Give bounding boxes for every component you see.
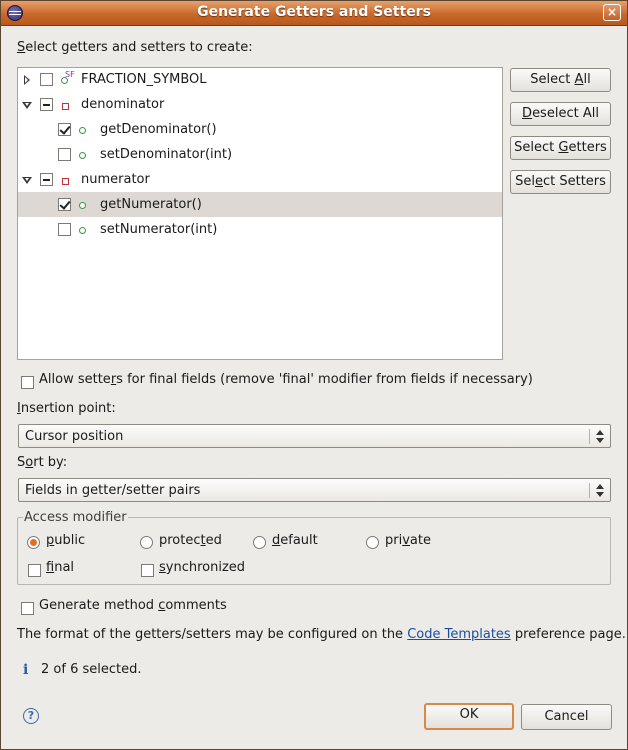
- select-setters-button[interactable]: Select Setters: [510, 170, 611, 194]
- tree-row-get-numerator[interactable]: getNumerator(): [18, 192, 502, 217]
- tree-item-label: setNumerator(int): [100, 222, 218, 237]
- tree-checkbox[interactable]: [58, 148, 71, 161]
- tree-item-label: numerator: [81, 172, 150, 187]
- method-icon: [79, 202, 86, 209]
- select-getters-button[interactable]: Select Getters: [510, 136, 611, 160]
- help-icon[interactable]: ?: [23, 708, 39, 724]
- window-title: Generate Getters and Setters: [197, 4, 431, 20]
- tree-row-fraction-symbol[interactable]: SF FRACTION_SYMBOL: [18, 68, 502, 93]
- sort-by-label: Sort by:: [17, 455, 68, 470]
- title-bar[interactable]: Generate Getters and Setters ×: [1, 1, 627, 26]
- method-icon: [79, 227, 86, 234]
- private-label: private: [385, 533, 431, 548]
- sort-by-value: Fields in getter/setter pairs: [25, 483, 201, 498]
- access-modifier-legend: Access modifier: [23, 510, 128, 525]
- generate-comments-label: Generate method comments: [39, 598, 227, 613]
- allow-setters-checkbox[interactable]: [21, 376, 34, 389]
- code-templates-link[interactable]: Code Templates: [407, 627, 511, 642]
- private-field-icon: [62, 178, 69, 185]
- public-radio[interactable]: [27, 536, 40, 549]
- final-label: final: [46, 560, 75, 575]
- tree-checkbox[interactable]: [40, 73, 53, 86]
- tree-heading: Select getters and setters to create:: [17, 40, 253, 55]
- tree-item-label: denominator: [81, 97, 165, 112]
- default-label: default: [272, 533, 318, 548]
- dialog-window: Generate Getters and Setters × Select ge…: [0, 0, 628, 750]
- private-radio[interactable]: [366, 536, 379, 549]
- default-radio[interactable]: [253, 536, 266, 549]
- tree-row-numerator[interactable]: numerator: [18, 168, 502, 193]
- members-tree[interactable]: SF FRACTION_SYMBOL denominator getDenomi…: [17, 67, 503, 360]
- insertion-point-select[interactable]: Cursor position: [18, 424, 611, 448]
- generate-comments-checkbox[interactable]: [21, 602, 34, 615]
- deselect-all-button[interactable]: Deselect All: [510, 102, 611, 126]
- tree-row-get-denominator[interactable]: getDenominator(): [18, 118, 502, 143]
- tree-row-denominator[interactable]: denominator: [18, 93, 502, 118]
- access-modifier-group: Access modifier: [17, 510, 611, 585]
- tree-checkbox[interactable]: [58, 223, 71, 236]
- static-final-marker: SF: [65, 70, 75, 79]
- sort-by-select[interactable]: Fields in getter/setter pairs: [18, 478, 611, 502]
- collapse-icon[interactable]: [22, 177, 32, 184]
- tree-checkbox[interactable]: [58, 123, 71, 136]
- cancel-button[interactable]: Cancel: [521, 704, 612, 730]
- insertion-point-label: Insertion point:: [17, 401, 116, 416]
- final-checkbox[interactable]: [28, 564, 41, 577]
- tree-row-set-denominator[interactable]: setDenominator(int): [18, 143, 502, 168]
- templates-info-text: The format of the getters/setters may be…: [17, 627, 626, 642]
- method-icon: [79, 152, 86, 159]
- tree-item-label: getNumerator(): [100, 197, 202, 212]
- synchronized-checkbox[interactable]: [141, 564, 154, 577]
- insertion-point-value: Cursor position: [25, 429, 124, 444]
- ok-button[interactable]: OK: [424, 703, 514, 730]
- allow-setters-label: Allow setters for final fields (remove '…: [39, 372, 533, 387]
- combo-separator: [589, 429, 590, 444]
- protected-radio[interactable]: [140, 536, 153, 549]
- tree-checkbox[interactable]: [40, 98, 53, 111]
- info-icon: i: [23, 662, 29, 678]
- tree-item-label: FRACTION_SYMBOL: [81, 72, 207, 87]
- updown-arrows-icon: [596, 482, 604, 499]
- tree-item-label: getDenominator(): [100, 122, 217, 137]
- select-all-button[interactable]: Select All: [510, 68, 611, 92]
- updown-arrows-icon: [596, 428, 604, 445]
- protected-label: protected: [159, 533, 222, 548]
- tree-checkbox[interactable]: [40, 173, 53, 186]
- tree-checkbox[interactable]: [58, 198, 71, 211]
- expand-icon[interactable]: [24, 75, 30, 85]
- selection-status: 2 of 6 selected.: [41, 662, 142, 677]
- collapse-icon[interactable]: [22, 102, 32, 109]
- tree-row-set-numerator[interactable]: setNumerator(int): [18, 217, 502, 242]
- method-icon: [79, 127, 86, 134]
- synchronized-label: synchronized: [159, 560, 246, 575]
- public-label: public: [46, 533, 86, 548]
- close-button[interactable]: ×: [603, 4, 621, 21]
- combo-separator: [589, 483, 590, 498]
- tree-item-label: setDenominator(int): [100, 147, 233, 162]
- private-field-icon: [62, 103, 69, 110]
